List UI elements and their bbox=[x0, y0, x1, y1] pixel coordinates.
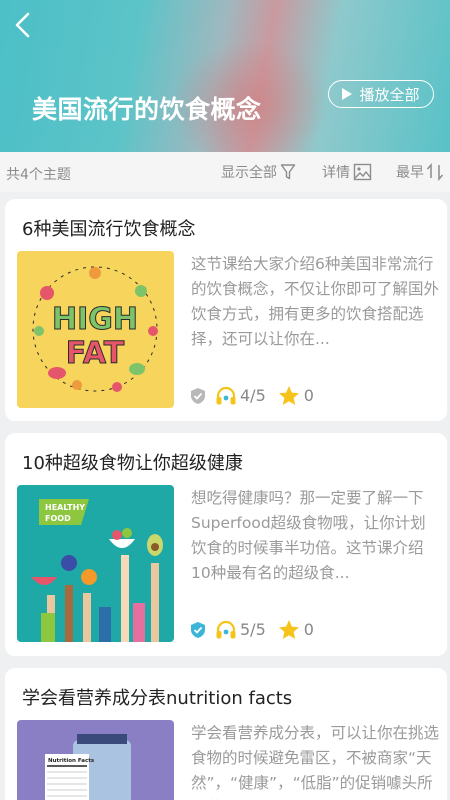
lesson-meta: 5/5 0 bbox=[189, 619, 314, 640]
thumbnail-text-fat: FAT bbox=[66, 336, 125, 371]
lesson-title: 6种美国流行饮食概念 bbox=[22, 219, 196, 240]
play-all-button[interactable]: 播放全部 bbox=[328, 80, 434, 108]
earliest-label: 最早 bbox=[396, 165, 424, 181]
header-banner: 美国流行的饮食概念 播放全部 bbox=[0, 0, 450, 152]
completion-badge-icon bbox=[191, 621, 205, 638]
show-all-label: 显示全部 bbox=[221, 165, 277, 181]
headphones-icon bbox=[216, 620, 236, 638]
star-icon bbox=[278, 620, 299, 639]
lesson-title: 10种超级食物让你超级健康 bbox=[22, 453, 243, 474]
thumbnail-text-high: HIGH bbox=[52, 302, 138, 337]
lesson-thumbnail: Nutrition Facts bbox=[17, 720, 174, 800]
lesson-description: 想吃得健康吗？那一定要了解一下Superfood超级食物哦，让你计划饮食的时候事… bbox=[191, 489, 426, 582]
page-title: 美国流行的饮食概念 bbox=[32, 95, 262, 124]
lesson-card[interactable]: 学会看营养成分表nutrition facts Nutrition Facts … bbox=[5, 668, 447, 800]
thumbnail-text-nutrition: Nutrition Facts bbox=[48, 758, 95, 764]
topic-count: 共4个主题 bbox=[6, 167, 71, 183]
lesson-title: 学会看营养成分表nutrition facts bbox=[22, 688, 293, 709]
lesson-description: 这节课给大家介绍6种美国非常流行的饮食概念，不仅让你即可了解国外饮食方式，拥有更… bbox=[191, 255, 439, 348]
lesson-card[interactable]: 6种美国流行饮食概念 HIGH FAT 这节课给大家介绍6种美国非常流行的饮食概… bbox=[5, 199, 447, 421]
lesson-rating: 4/5 bbox=[240, 386, 266, 405]
star-icon bbox=[278, 386, 299, 405]
lesson-card[interactable]: 10种超级食物让你超级健康 HEALTHY FOOD 想吃得健康吗？那一定要了解… bbox=[5, 433, 447, 656]
thumbnail-text-food: FOOD bbox=[45, 514, 71, 523]
lesson-rating: 5/5 bbox=[240, 620, 266, 639]
sort-icon bbox=[426, 163, 444, 181]
lesson-thumbnail: HIGH FAT bbox=[17, 251, 174, 408]
details-label: 详情 bbox=[322, 165, 350, 181]
play-all-label: 播放全部 bbox=[359, 85, 420, 104]
image-icon bbox=[353, 163, 372, 181]
play-icon bbox=[342, 88, 353, 100]
sort-earliest-button[interactable]: 最早 bbox=[396, 162, 446, 182]
lesson-star-count: 0 bbox=[303, 386, 314, 405]
back-button[interactable] bbox=[8, 8, 38, 42]
lesson-description: 学会看营养成分表，可以让你在挑选食物的时候避免雷区，不被商家“天然”，“健康”，… bbox=[191, 724, 439, 800]
headphones-icon bbox=[216, 386, 236, 404]
lesson-star-count: 0 bbox=[303, 620, 314, 639]
lesson-thumbnail: HEALTHY FOOD bbox=[17, 485, 174, 642]
filter-icon bbox=[280, 164, 296, 180]
thumbnail-text-healthy: HEALTHY bbox=[45, 503, 85, 512]
show-all-button[interactable]: 显示全部 bbox=[221, 162, 296, 182]
filter-bar: 共4个主题 显示全部 详情 最早 bbox=[0, 152, 450, 192]
chevron-left-icon bbox=[15, 12, 30, 38]
completion-badge-icon bbox=[191, 387, 205, 404]
details-button[interactable]: 详情 bbox=[322, 162, 372, 182]
lesson-meta: 4/5 0 bbox=[189, 385, 314, 406]
